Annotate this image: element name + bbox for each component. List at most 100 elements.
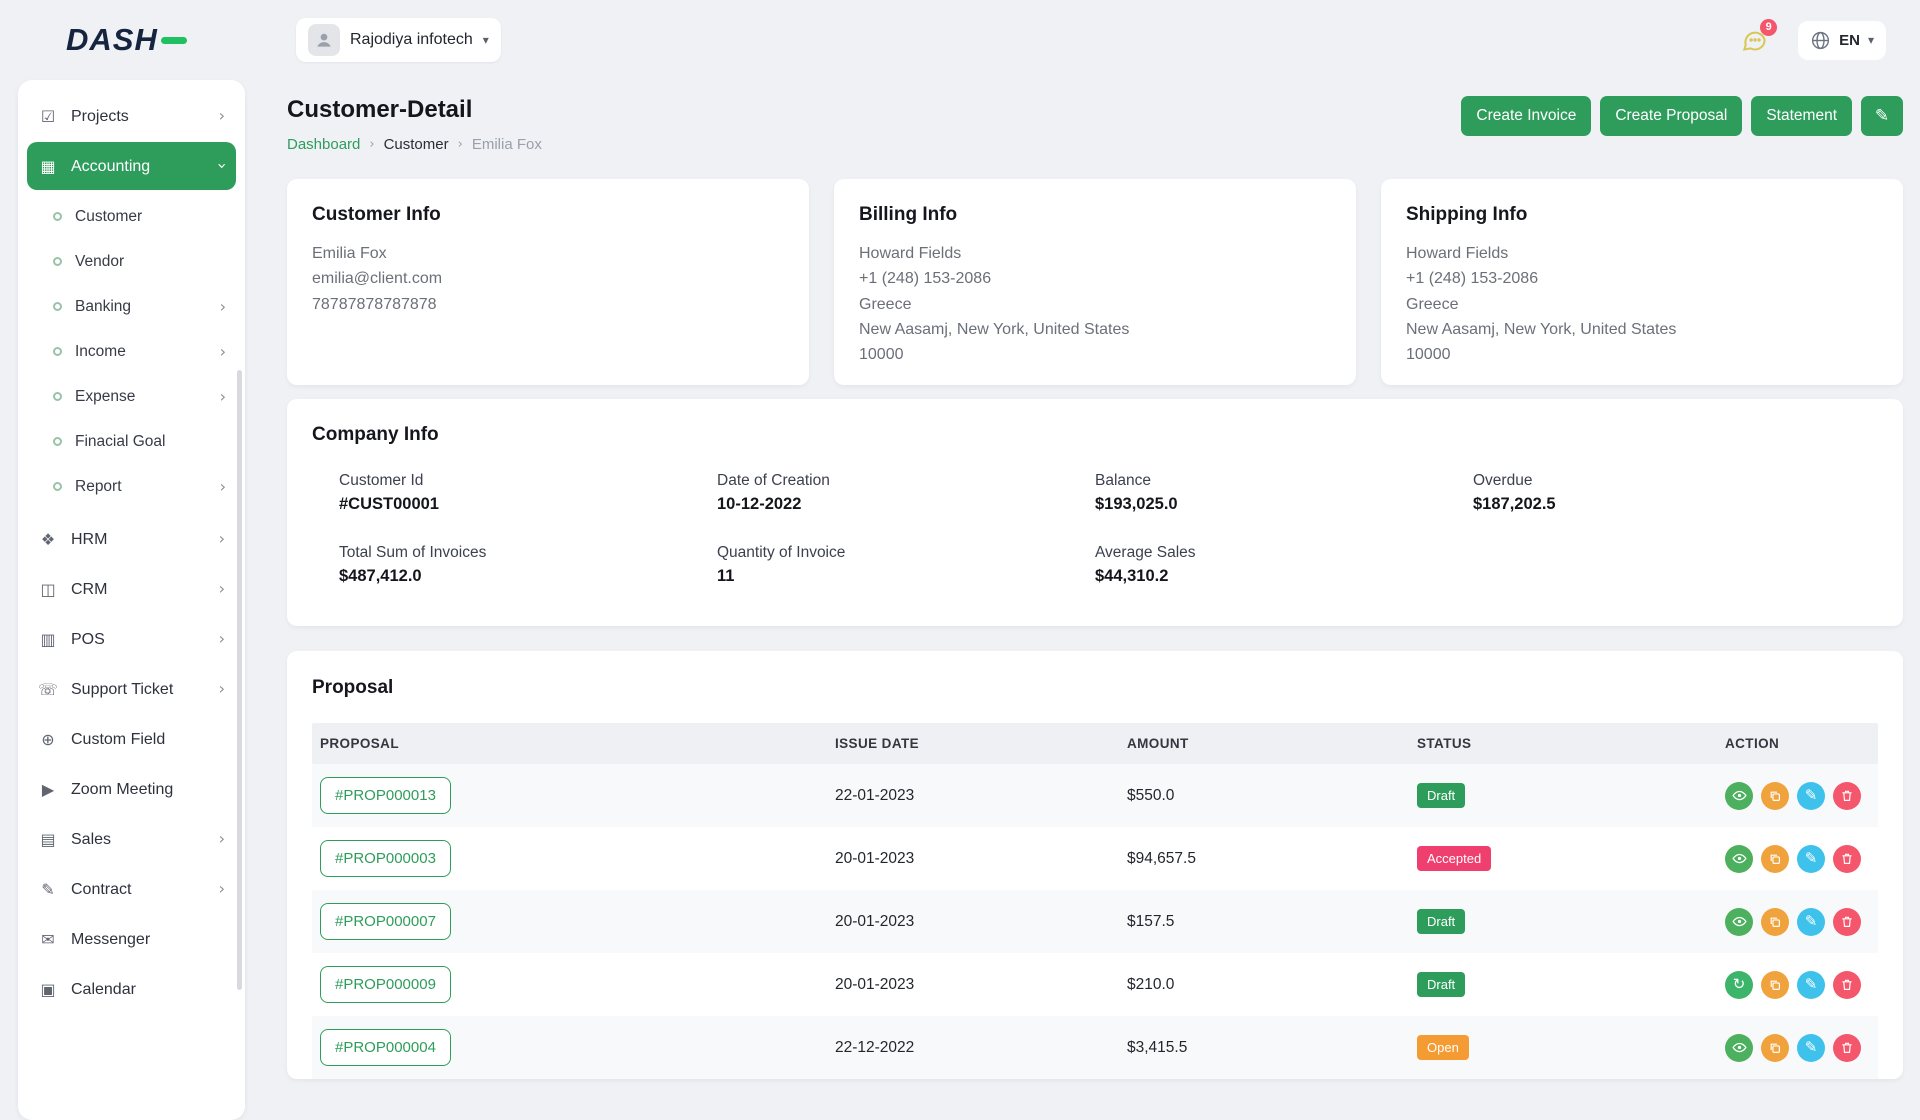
breadcrumb-item-customer[interactable]: Customer [384, 136, 449, 153]
info-line: 10000 [1406, 342, 1878, 367]
column-header-proposal: PROPOSAL [320, 736, 835, 751]
sidebar-item-label: Custom Field [71, 730, 225, 749]
app-logo: DASH [66, 22, 296, 58]
sidebar-subitem-label: Report [75, 477, 207, 496]
logo-accent-bar [161, 37, 187, 44]
trash-icon [1840, 1041, 1854, 1055]
create-invoice-button[interactable]: Create Invoice [1461, 96, 1591, 136]
sidebar-item-pos[interactable]: ▥POS› [27, 615, 236, 663]
create-proposal-button[interactable]: Create Proposal [1600, 96, 1742, 136]
custom-field-icon: ⊕ [38, 729, 58, 749]
shipping-info-card: Shipping InfoHoward Fields+1 (248) 153-2… [1381, 179, 1903, 385]
proposal-link[interactable]: #PROP000003 [320, 840, 451, 877]
trash-button[interactable] [1833, 908, 1861, 936]
proposal-table: PROPOSALISSUE DATEAMOUNTSTATUSACTION #PR… [312, 723, 1878, 1079]
sidebar-scrollbar[interactable] [237, 370, 242, 990]
contract-icon: ✎ [38, 879, 58, 899]
status-cell: Open [1417, 1035, 1725, 1060]
trash-button[interactable] [1833, 971, 1861, 999]
eye-button[interactable] [1725, 782, 1753, 810]
pencil-button[interactable]: ✎ [1797, 782, 1825, 810]
proposal-table-head: PROPOSALISSUE DATEAMOUNTSTATUSACTION [312, 723, 1878, 764]
info-lines: Howard Fields+1 (248) 153-2086GreeceNew … [859, 241, 1331, 367]
notification-badge: 9 [1760, 19, 1777, 36]
proposal-link[interactable]: #PROP000007 [320, 903, 451, 940]
sidebar-subitem-label: Expense [75, 387, 207, 406]
proposal-link[interactable]: #PROP000009 [320, 966, 451, 1003]
proposal-link[interactable]: #PROP000004 [320, 1029, 451, 1066]
trash-icon [1840, 978, 1854, 992]
info-line: emilia@client.com [312, 266, 784, 291]
workspace-selector[interactable]: Rajodiya infotech ▾ [296, 18, 501, 62]
sidebar-item-zoom-meeting[interactable]: ▶Zoom Meeting [27, 765, 236, 813]
actions-cell: ✎ [1725, 908, 1878, 936]
copy-button[interactable] [1761, 908, 1789, 936]
sidebar-subitem-label: Vendor [75, 252, 226, 271]
statement-button[interactable]: Statement [1751, 96, 1852, 136]
trash-button[interactable] [1833, 1034, 1861, 1062]
sidebar-item-hrm[interactable]: ❖HRM› [27, 515, 236, 563]
issue-date-cell: 20-01-2023 [835, 976, 1127, 994]
copy-button[interactable] [1761, 1034, 1789, 1062]
refresh-button[interactable]: ↻ [1725, 971, 1753, 999]
sidebar-subitem-report[interactable]: Report› [43, 464, 236, 509]
eye-button[interactable] [1725, 908, 1753, 936]
proposal-link[interactable]: #PROP000013 [320, 777, 451, 814]
actions-cell: ✎ [1725, 1034, 1878, 1062]
sidebar-item-messenger[interactable]: ✉Messenger [27, 915, 236, 963]
chevron-right-icon: › [219, 831, 225, 847]
chevron-right-icon: › [219, 681, 225, 697]
copy-button[interactable] [1761, 845, 1789, 873]
sidebar-item-custom-field[interactable]: ⊕ Custom Field [27, 715, 236, 763]
sidebar-subitem-finacial-goal[interactable]: Finacial Goal [43, 419, 236, 464]
pencil-button[interactable]: ✎ [1797, 908, 1825, 936]
eye-button[interactable] [1725, 1034, 1753, 1062]
field-label: Balance [1095, 472, 1473, 490]
sidebar-item-label: Sales [71, 830, 206, 849]
language-selector[interactable]: EN ▾ [1798, 21, 1886, 60]
table-row: #PROP00000920-01-2023$210.0Draft↻✎ [312, 953, 1878, 1016]
info-lines: Emilia Foxemilia@client.com7878787878787… [312, 241, 784, 317]
copy-button[interactable] [1761, 782, 1789, 810]
sidebar-item-sales[interactable]: ▤Sales› [27, 815, 236, 863]
sidebar-item-support-ticket[interactable]: ☏Support Ticket› [27, 665, 236, 713]
sidebar-item-calendar[interactable]: ▣Calendar [27, 965, 236, 1013]
eye-button[interactable] [1725, 845, 1753, 873]
amount-cell: $3,415.5 [1127, 1039, 1417, 1057]
breadcrumb-item-dashboard[interactable]: Dashboard [287, 136, 360, 153]
info-lines: Howard Fields+1 (248) 153-2086GreeceNew … [1406, 241, 1878, 367]
company-field-customer-id: Customer Id#CUST00001 [339, 472, 717, 514]
copy-button[interactable] [1761, 971, 1789, 999]
sidebar-subitem-expense[interactable]: Expense› [43, 374, 236, 419]
sidebar-subitem-income[interactable]: Income › [43, 329, 236, 374]
pencil-button[interactable]: ✎ [1797, 971, 1825, 999]
sidebar-item-contract[interactable]: ✎Contract› [27, 865, 236, 913]
chevron-right-icon: › [219, 881, 225, 897]
actions-cell: ✎ [1725, 782, 1878, 810]
pencil-button[interactable]: ✎ [1797, 845, 1825, 873]
status-cell: Draft [1417, 783, 1725, 808]
issue-date-cell: 20-01-2023 [835, 850, 1127, 868]
trash-button[interactable] [1833, 845, 1861, 873]
pencil-icon: ✎ [1875, 106, 1889, 126]
info-line: 78787878787878 [312, 292, 784, 317]
sidebar-item-projects[interactable]: ☑Projects› [27, 92, 236, 140]
edit-customer-button[interactable]: ✎ [1861, 96, 1903, 136]
sidebar-subitem-label: Income [75, 342, 207, 361]
field-label: Overdue [1473, 472, 1851, 490]
calendar-icon: ▣ [38, 979, 58, 999]
sidebar-subitem-vendor[interactable]: Vendor [43, 239, 236, 284]
pencil-button[interactable]: ✎ [1797, 1034, 1825, 1062]
sidebar-item-crm[interactable]: ◫CRM› [27, 565, 236, 613]
main-content: Customer-Detail Dashboard›Customer›Emili… [287, 80, 1903, 1079]
sidebar-item-accounting[interactable]: ▦Accounting› [27, 142, 236, 190]
bullet-icon [53, 257, 62, 266]
status-badge: Open [1417, 1035, 1469, 1060]
sidebar-subitem-banking[interactable]: Banking› [43, 284, 236, 329]
chevron-right-icon: › [220, 344, 226, 360]
sidebar-subitem-customer[interactable]: Customer [43, 194, 236, 239]
info-line: Howard Fields [1406, 241, 1878, 266]
workspace-name: Rajodiya infotech [350, 31, 473, 49]
trash-button[interactable] [1833, 782, 1861, 810]
messages-button[interactable]: 9 [1741, 27, 1768, 54]
